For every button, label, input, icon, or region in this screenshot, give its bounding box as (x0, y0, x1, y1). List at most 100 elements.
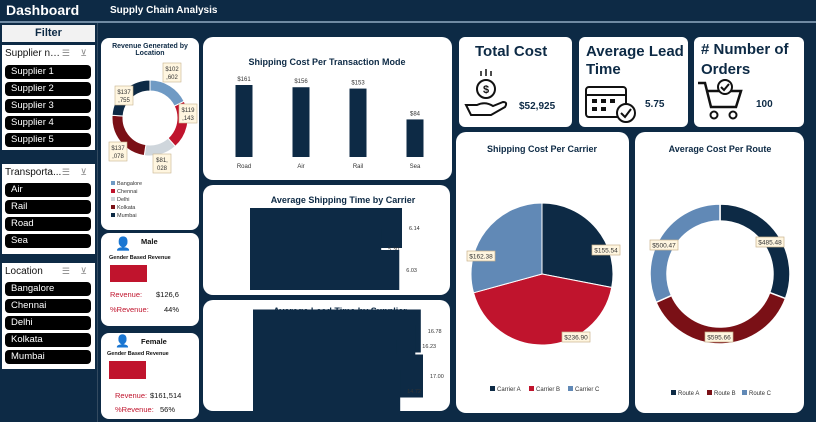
slicer-item-supplier-1[interactable]: Supplier 1 (5, 65, 91, 79)
tick-label: Air (297, 164, 304, 170)
slicer-item-kolkata[interactable]: Kolkata (5, 333, 91, 347)
revenue-location-title: Revenue Generated by Location (112, 43, 188, 57)
legend-label: Chennai (117, 189, 138, 195)
data-label: ,602 (166, 75, 178, 81)
data-label: ,755 (118, 98, 130, 104)
slicer-tools-icon[interactable]: ☰ ⊻ (62, 48, 91, 59)
cost-mode-card: Shipping Cost Per Transaction Mode $161 Ro… (203, 37, 452, 180)
slicer-item-rail[interactable]: Rail (5, 200, 91, 214)
data-label: $161 (237, 77, 251, 83)
legend-swatch (529, 386, 534, 391)
legend-label: Mumbai (117, 213, 137, 219)
data-label: $595.66 (707, 335, 731, 342)
chart-title: Shipping Cost Per Transaction Mode (248, 57, 405, 67)
slicer-item-supplier-2[interactable]: Supplier 2 (5, 82, 91, 96)
slicer-item-supplier-5[interactable]: Supplier 5 (5, 133, 91, 147)
revenue-location-card: Revenue Generated by Location $102,602 $1… (101, 38, 199, 230)
legend-label: Carrier C (575, 387, 600, 393)
segment-route-c (649, 203, 721, 304)
transport-slicer-title: Transporta... (5, 167, 62, 178)
chart-title: Average Cost Per Route (669, 144, 772, 154)
slicer-item-supplier-3[interactable]: Supplier 3 (5, 99, 91, 113)
tick-label: Road (237, 164, 251, 170)
female-title: Female (141, 337, 167, 346)
legend-swatch (111, 181, 115, 185)
slicer-item-road[interactable]: Road (5, 217, 91, 231)
female-subtitle: Gender Based Revenue (107, 351, 169, 357)
data-label: $155.54 (594, 248, 618, 255)
slicer-tools-icon[interactable]: ☰ ⊻ (62, 266, 91, 277)
slicer-item-mumbai[interactable]: Mumbai (5, 350, 91, 364)
bar-supplier-5 (253, 369, 401, 411)
cost-carrier-card: Shipping Cost Per Carrier $155.54 $236.90 $… (456, 132, 629, 413)
data-label: 6.14 (409, 226, 420, 232)
legend-swatch (111, 197, 115, 201)
svg-text:$: $ (483, 84, 489, 96)
lead-time-title: Average Lead Time (586, 43, 684, 78)
bar-carrier-c (250, 250, 400, 290)
legend-label: Route C (749, 391, 772, 397)
chart-title: Average Shipping Time by Carrier (271, 195, 416, 205)
data-label: $485.48 (758, 240, 782, 247)
legend-item: Delhi (111, 196, 142, 204)
orders-value: 100 (756, 99, 773, 110)
data-label: $162.38 (469, 254, 493, 261)
data-label: 14.72 (407, 389, 421, 395)
data-label: $119 (182, 108, 196, 114)
ship-time-card: Average Shipping Time by CarrierCarrier … (203, 185, 450, 295)
data-label: 16.78 (428, 329, 442, 335)
data-label: $137 (117, 90, 131, 96)
total-cost-card: Total Cost $ $52,925 (459, 37, 572, 127)
supplier-slicer: Supplier na... ☰ ⊻ Supplier 1 Supplier 2… (2, 45, 95, 150)
male-pct-value: 44% (164, 305, 180, 314)
cost-carrier-pie: Shipping Cost Per Carrier $155.54 $236.90 $… (466, 144, 621, 393)
slicer-item-air[interactable]: Air (5, 183, 91, 197)
data-label: 16.23 (422, 344, 436, 350)
chart-title: Shipping Cost Per Carrier (487, 144, 598, 154)
data-label: $137 (111, 146, 125, 152)
transport-slicer: Transporta... ☰ ⊻ Air Rail Road Sea (2, 164, 95, 254)
male-revenue-label: Revenue: (110, 290, 143, 299)
data-label: $153 (351, 81, 365, 87)
data-label: $500.47 (652, 243, 676, 250)
female-revenue-value: $161,514 (150, 391, 182, 400)
segment-route-a (719, 203, 791, 300)
legend-swatch (671, 390, 676, 395)
male-pct-label: %Revenue: (110, 305, 149, 314)
slicer-item-sea[interactable]: Sea (5, 234, 91, 248)
slicer-item-chennai[interactable]: Chennai (5, 299, 91, 313)
male-revenue-value: $126,6 (156, 290, 179, 299)
data-label: $84 (410, 111, 421, 117)
female-card: 👤 Female Gender Based Revenue Revenue: $… (101, 333, 199, 419)
orders-card: # Number of Orders 100 (694, 37, 804, 127)
cost-mode-chart: Shipping Cost Per Transaction Mode $161 Ro… (235, 57, 424, 170)
slicer-item-delhi[interactable]: Delhi (5, 316, 91, 330)
male-title: Male (141, 237, 158, 246)
female-revenue-bar (109, 361, 146, 379)
legend-label: Carrier A (497, 387, 521, 393)
tick-label: Sea (410, 164, 421, 170)
legend-label: Route B (714, 391, 736, 397)
revenue-location-donut: $102 ,602 $119 ,143 $81, 028 $137 ,078 $137 ,755 (108, 62, 198, 174)
bar-sea (406, 119, 424, 157)
legend-item: Bangalore (111, 180, 142, 188)
legend-swatch (742, 390, 747, 395)
legend-item: Kolkata (111, 204, 142, 212)
data-label: ,078 (112, 154, 124, 160)
legend-swatch (568, 386, 573, 391)
slicer-item-bangalore[interactable]: Bangalore (5, 282, 91, 296)
calendar-icon (585, 86, 636, 123)
bar-road (235, 85, 253, 157)
location-slicer: Location ☰ ⊻ Bangalore Chennai Delhi Kol… (2, 263, 95, 369)
segment-bangalore (149, 79, 185, 107)
data-label: $81, (156, 158, 168, 164)
slicer-item-supplier-4[interactable]: Supplier 4 (5, 116, 91, 130)
legend-label: Kolkata (117, 205, 136, 211)
male-subtitle: Gender Based Revenue (109, 255, 171, 261)
data-label: 028 (157, 166, 168, 172)
slicer-tools-icon[interactable]: ☰ ⊻ (62, 167, 91, 178)
bar-rail (349, 88, 367, 157)
cost-route-donut: Average Cost Per Route $485.48 $595.66 $500… (649, 144, 791, 397)
male-person-icon: 👤 (115, 236, 132, 251)
lead-time-card: Average Lead Time 5.75 (579, 37, 688, 127)
